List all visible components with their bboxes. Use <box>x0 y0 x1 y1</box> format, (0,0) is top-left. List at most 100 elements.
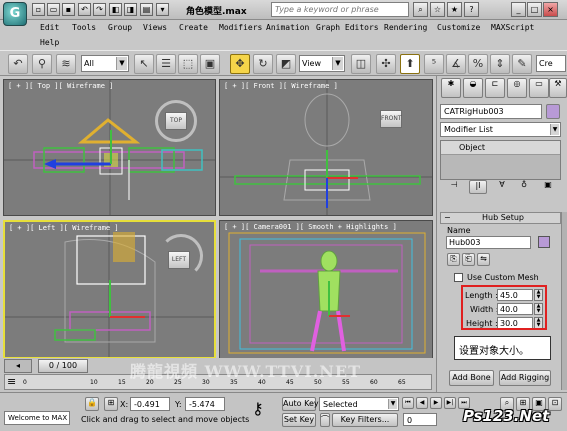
minimize-button[interactable]: _ <box>511 2 526 17</box>
fetch-icon[interactable]: ◨ <box>124 3 137 16</box>
redo-icon[interactable]: ↷ <box>93 3 106 16</box>
set-key-button[interactable]: Set Key <box>282 413 316 427</box>
snaps-toggle-icon[interactable]: ⁵ <box>424 54 444 74</box>
favorites-icon[interactable]: ★ <box>447 2 462 17</box>
key-filters-button[interactable]: Key Filters... <box>332 413 398 427</box>
zoom-extents-all-icon[interactable]: ⊡ <box>548 397 562 411</box>
motion-tab-icon[interactable]: ◎ <box>507 78 527 98</box>
hub-name-field[interactable]: Hub003 <box>446 236 531 249</box>
time-slider-thumb[interactable]: 0 / 100 <box>38 359 88 373</box>
paste-mirror-icon[interactable]: ⇋ <box>477 253 490 266</box>
edit-named-selection-icon[interactable]: ✎ <box>512 54 532 74</box>
make-unique-icon[interactable]: ∀ <box>493 180 511 194</box>
next-frame-icon[interactable]: ▶| <box>444 397 456 409</box>
time-slider-prev-icon[interactable]: ◂ <box>4 359 32 373</box>
undo-icon[interactable]: ↶ <box>78 3 91 16</box>
menu-edit[interactable]: Edit <box>40 23 59 32</box>
project-folder-icon[interactable]: ▤ <box>140 3 153 16</box>
viewport-top[interactable]: [ + ][ Top ][ Wireframe ] TOP <box>3 79 216 216</box>
select-object-icon[interactable]: ↖ <box>134 54 154 74</box>
select-by-name-icon[interactable]: ☰ <box>156 54 176 74</box>
key-mode-dropdown[interactable]: Selected ▼ <box>319 397 399 411</box>
viewport-front-label[interactable]: [ + ][ Front ][ Wireframe ] <box>224 82 338 90</box>
hierarchy-tab-icon[interactable]: ⊏ <box>485 78 505 98</box>
paste-icon[interactable]: ⎗ <box>462 253 475 266</box>
bind-space-warp-icon[interactable]: ≋ <box>56 54 76 74</box>
hub-color-swatch[interactable] <box>538 236 550 248</box>
select-and-move-icon[interactable]: ✥ <box>230 54 250 74</box>
reference-coordinate-dropdown[interactable]: View ▼ <box>299 55 345 72</box>
use-custom-mesh-checkbox[interactable] <box>454 273 463 282</box>
configure-modifier-sets-icon[interactable]: ▣ <box>539 180 557 194</box>
viewport-camera-label[interactable]: [ + ][ Camera001 ][ Smooth + Highlights … <box>224 223 397 231</box>
viewport-camera[interactable]: [ + ][ Camera001 ][ Smooth + Highlights … <box>219 220 433 359</box>
display-tab-icon[interactable]: ▭ <box>529 78 549 98</box>
close-button[interactable]: × <box>543 2 558 17</box>
use-pivot-center-icon[interactable]: ◫ <box>351 54 371 74</box>
maximize-button[interactable]: □ <box>527 2 542 17</box>
search-input[interactable]: Type a keyword or phrase <box>271 2 409 17</box>
play-icon[interactable]: ▶ <box>430 397 442 409</box>
named-selection-set-field[interactable]: Cre <box>536 55 566 72</box>
menu-rendering[interactable]: Rendering <box>384 23 427 32</box>
help-icon[interactable]: ? <box>464 2 479 17</box>
x-coordinate-field[interactable]: -0.491 <box>130 397 170 411</box>
quick-access-dropdown-icon[interactable]: ▾ <box>156 3 169 16</box>
create-tab-icon[interactable]: ✱ <box>441 78 461 98</box>
viewport-left[interactable]: [ + ][ Left ][ Wireframe ] LEFT <box>3 220 216 359</box>
menu-create[interactable]: Create <box>179 23 208 32</box>
select-and-manipulate-icon[interactable]: ✣ <box>376 54 396 74</box>
utilities-tab-icon[interactable]: ⚒ <box>549 78 567 98</box>
object-name-field[interactable]: CATRigHub003 <box>440 104 542 119</box>
viewport-left-label[interactable]: [ + ][ Left ][ Wireframe ] <box>9 224 119 232</box>
modifier-stack[interactable]: Object <box>440 140 561 180</box>
viewport-top-label[interactable]: [ + ][ Top ][ Wireframe ] <box>8 82 113 90</box>
default-in-out-tangent-icon[interactable]: ⌒ <box>320 413 330 427</box>
viewcube-top-icon[interactable]: TOP <box>165 112 187 130</box>
viewcube-front-icon[interactable]: FRONT <box>380 110 402 128</box>
menu-views[interactable]: Views <box>143 23 167 32</box>
menu-modifiers[interactable]: Modifiers <box>219 23 262 32</box>
y-coordinate-field[interactable]: -5.474 <box>185 397 225 411</box>
rectangular-selection-icon[interactable]: ⬚ <box>178 54 198 74</box>
window-crossing-icon[interactable]: ▣ <box>200 54 220 74</box>
show-end-result-icon[interactable]: |Ⅰ <box>469 180 487 194</box>
go-to-start-icon[interactable]: ⏮ <box>402 397 414 409</box>
menu-animation[interactable]: Animation <box>266 23 309 32</box>
keyboard-shortcut-override-icon[interactable]: ⬆ <box>400 54 420 74</box>
command-panel-scrollbar[interactable] <box>561 212 567 390</box>
set-key-mode-icon[interactable]: ⚷ <box>252 399 264 418</box>
add-bone-button[interactable]: Add Bone <box>449 370 494 386</box>
hold-icon[interactable]: ◧ <box>109 3 122 16</box>
auto-key-button[interactable]: Auto Key <box>282 397 319 411</box>
menu-customize[interactable]: Customize <box>437 23 480 32</box>
viewcube-left-icon[interactable]: LEFT <box>168 251 190 269</box>
spinner-snap-icon[interactable]: ⇕ <box>490 54 510 74</box>
stack-item-object[interactable]: Object <box>441 141 560 155</box>
new-file-icon[interactable]: ▫ <box>32 3 45 16</box>
open-mini-curve-editor-icon[interactable]: ≡ <box>7 375 16 388</box>
add-rigging-button[interactable]: Add Rigging <box>499 370 551 386</box>
viewport-front[interactable]: [ + ][ Front ][ Wireframe ] FRONT <box>219 79 433 216</box>
save-file-icon[interactable]: ▪ <box>62 3 75 16</box>
app-logo-icon[interactable]: G <box>3 2 27 26</box>
menu-graph-editors[interactable]: Graph Editors <box>316 23 379 32</box>
previous-frame-icon[interactable]: ◀ <box>416 397 428 409</box>
current-frame-field[interactable]: 0 <box>403 413 437 426</box>
hub-setup-rollout-header[interactable]: − Hub Setup <box>440 212 561 224</box>
selection-lock-icon[interactable]: 🔒 <box>85 397 99 411</box>
select-and-scale-icon[interactable]: ◩ <box>276 54 296 74</box>
select-and-rotate-icon[interactable]: ↻ <box>253 54 273 74</box>
maxscript-listener[interactable]: Welcome to MAX <box>4 411 70 425</box>
communication-center-icon[interactable]: ☆ <box>430 2 445 17</box>
menu-tools[interactable]: Tools <box>72 23 96 32</box>
menu-maxscript[interactable]: MAXScript <box>491 23 534 32</box>
menu-group[interactable]: Group <box>108 23 132 32</box>
modifier-list-dropdown[interactable]: Modifier List ▼ <box>440 122 561 137</box>
copy-icon[interactable]: ⎘ <box>447 253 460 266</box>
select-and-link-icon[interactable]: ⚲ <box>32 54 52 74</box>
open-file-icon[interactable]: ▭ <box>47 3 60 16</box>
angle-snap-icon[interactable]: ∡ <box>446 54 466 74</box>
pin-stack-icon[interactable]: ⊣ <box>445 180 463 194</box>
absolute-mode-icon[interactable]: ⊞ <box>104 397 118 411</box>
